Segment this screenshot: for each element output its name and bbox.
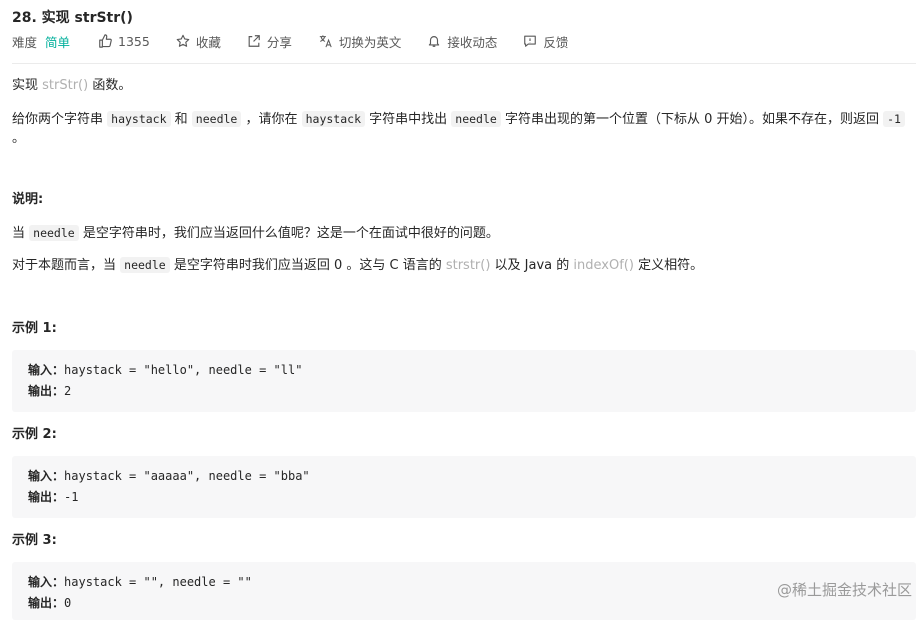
switch-language-label: 切换为英文 bbox=[338, 34, 402, 50]
code-minus-one: -1 bbox=[883, 111, 905, 127]
share-button[interactable]: 分享 bbox=[247, 32, 292, 51]
text: 当 bbox=[12, 226, 30, 241]
example-1-input: 输入：haystack = "hello", needle = "ll" bbox=[28, 361, 302, 378]
text: 是空字符串时我们应当返回 0 。这与 C 语言的 bbox=[169, 258, 446, 273]
notes-heading: 说明: bbox=[12, 192, 44, 207]
example-3-heading: 示例 3: bbox=[12, 533, 57, 548]
code-needle: needle bbox=[191, 111, 242, 127]
code-haystack: haystack bbox=[107, 111, 171, 127]
input-value: haystack = "aaaaa", needle = "bba" bbox=[64, 469, 310, 483]
example-2-block: 输入：haystack = "aaaaa", needle = "bba" 输出… bbox=[12, 456, 916, 518]
code-needle: needle bbox=[451, 111, 501, 127]
header-divider bbox=[12, 63, 916, 64]
example-1-heading: 示例 1: bbox=[12, 321, 57, 336]
feedback-button[interactable]: 反馈 bbox=[523, 32, 568, 51]
example-2-heading: 示例 2: bbox=[12, 427, 57, 442]
output-value: -1 bbox=[64, 490, 79, 504]
subscribe-button[interactable]: 接收动态 bbox=[427, 32, 497, 51]
input-value: haystack = "", needle = "" bbox=[64, 575, 252, 589]
notes-line-2: 对于本题而言，当 needle 是空字符串时我们应当返回 0 。这与 C 语言的… bbox=[12, 254, 703, 277]
code-needle: needle bbox=[29, 225, 79, 241]
share-label: 分享 bbox=[266, 34, 292, 50]
output-label: 输出： bbox=[28, 384, 65, 398]
text: 字符串出现的第一个位置（下标从 0 开始）。如果不存在，则返回 bbox=[500, 112, 884, 127]
output-value: 0 bbox=[64, 596, 72, 610]
indexof-doc-link[interactable]: indexOf() bbox=[573, 258, 634, 273]
example-2-output: 输出：-1 bbox=[28, 488, 78, 505]
text: 定义相符。 bbox=[633, 258, 704, 273]
text: ，请你在 bbox=[241, 112, 302, 127]
text: 是空字符串时，我们应当返回什么值呢？这是一个在面试中很好的问题。 bbox=[78, 226, 499, 241]
text: 和 bbox=[170, 112, 192, 127]
example-1-output: 输出：2 bbox=[28, 382, 71, 399]
text: 对于本题而言，当 bbox=[12, 258, 121, 273]
bell-icon bbox=[429, 36, 440, 47]
notes-line-1: 当 needle 是空字符串时，我们应当返回什么值呢？这是一个在面试中很好的问题… bbox=[12, 222, 499, 245]
feedback-icon bbox=[524, 35, 537, 47]
star-icon bbox=[176, 34, 190, 47]
text: 实现 bbox=[12, 78, 43, 93]
favorite-label: 收藏 bbox=[195, 34, 221, 50]
difficulty-label: 难度 bbox=[12, 34, 38, 50]
output-label: 输出： bbox=[28, 596, 65, 610]
input-label: 输入： bbox=[28, 363, 65, 377]
like-count: 1355 bbox=[118, 33, 150, 49]
description-line-1: 实现 strStr() 函数。 bbox=[12, 75, 131, 97]
problem-toolbar: 难度 简单 1355 收藏 分享 切换为英文 接收动态 反馈 bbox=[12, 32, 594, 50]
feedback-label: 反馈 bbox=[543, 34, 569, 50]
code-needle: needle bbox=[120, 257, 170, 273]
description-line-2-end: 。 bbox=[12, 131, 26, 146]
input-label: 输入： bbox=[28, 469, 65, 483]
input-label: 输入： bbox=[28, 575, 65, 589]
description-line-2: 给你两个字符串 haystack 和 needle ，请你在 haystack … bbox=[12, 108, 905, 131]
example-2-input: 输入：haystack = "aaaaa", needle = "bba" bbox=[28, 467, 310, 484]
text: 给你两个字符串 bbox=[12, 112, 108, 127]
switch-language-button[interactable]: 切换为英文 bbox=[318, 32, 402, 51]
watermark: @稀土掘金技术社区 bbox=[776, 581, 912, 599]
input-value: haystack = "hello", needle = "ll" bbox=[64, 363, 303, 377]
output-label: 输出： bbox=[28, 490, 65, 504]
example-1-block: 输入：haystack = "hello", needle = "ll" 输出：… bbox=[12, 350, 916, 412]
translate-icon bbox=[319, 35, 332, 48]
thumbs-up-icon bbox=[99, 34, 112, 48]
code-haystack: haystack bbox=[301, 111, 365, 127]
strstr-link[interactable]: strStr() bbox=[42, 78, 88, 93]
share-icon bbox=[248, 35, 260, 47]
difficulty-badge: 简单 bbox=[45, 34, 71, 50]
subscribe-label: 接收动态 bbox=[447, 34, 498, 50]
example-3-output: 输出：0 bbox=[28, 594, 71, 611]
example-3-input: 输入：haystack = "", needle = "" bbox=[28, 573, 252, 590]
text: 以及 Java 的 bbox=[490, 258, 574, 273]
problem-title: 28. 实现 strStr() bbox=[12, 10, 133, 26]
favorite-button[interactable]: 收藏 bbox=[176, 32, 221, 51]
text: 函数。 bbox=[88, 78, 132, 93]
like-button[interactable]: 1355 bbox=[98, 34, 150, 49]
output-value: 2 bbox=[64, 384, 72, 398]
strstr-doc-link[interactable]: strstr() bbox=[446, 258, 491, 273]
text: 字符串中找出 bbox=[365, 112, 452, 127]
